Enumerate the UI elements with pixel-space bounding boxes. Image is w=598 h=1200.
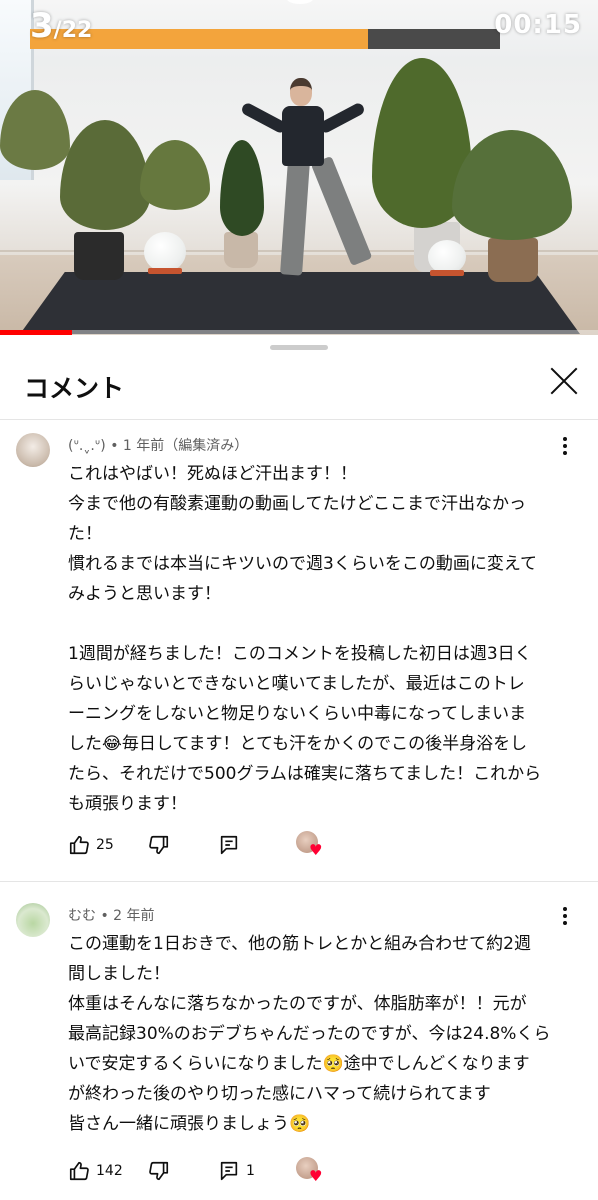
comment-line: いで安定するくらいになりました🥺途中でしんどくなります: [68, 1054, 530, 1074]
like-count: 25: [96, 837, 114, 853]
sheet-drag-handle[interactable]: [270, 345, 328, 350]
avatar[interactable]: [16, 433, 50, 467]
comment-line: 体重はそんなに落ちなかったのですが、体脂肪率が！！元が: [68, 994, 527, 1014]
comment-line: が終わった後のやり切った感にハマって続けられてます: [68, 1084, 491, 1104]
avatar[interactable]: [16, 903, 50, 937]
comment-author[interactable]: むむ: [68, 908, 96, 924]
exercise-counter: 3/22: [30, 6, 92, 46]
lamp-base: [430, 270, 464, 276]
reply-icon: [220, 1161, 238, 1181]
comment-line: これはやばい！死ぬほど汗出ます！！: [68, 464, 357, 484]
comment-line: た！: [68, 524, 102, 544]
thumb-down-icon: [149, 1161, 169, 1181]
close-icon[interactable]: [548, 365, 580, 397]
comment-line: した😂毎日してます！とても汗をかくのでこの後半身浴をし: [68, 734, 528, 754]
comment-line: [68, 609, 568, 639]
comment-line: 皆さん一緒に頑張りましょう🥺: [68, 1114, 311, 1134]
video-overlay-bar: 3/22 00:15: [0, 0, 598, 60]
thumb-up-icon: [69, 835, 89, 855]
plant-leaves: [60, 120, 150, 230]
dislike-button[interactable]: [148, 831, 170, 859]
comment-text: この運動を1日おきで、他の筋トレとかと組み合わせて約2週 間しました！ 体重はそ…: [68, 929, 568, 1139]
comment-author[interactable]: (ᐡ.ˬ.ᐡ): [68, 438, 106, 454]
comments-title: コメント: [24, 374, 125, 403]
comment-meta: (ᐡ.ˬ.ᐡ) • 1 年前（編集済み）: [68, 435, 248, 455]
instructor-head: [290, 78, 312, 106]
reply-icon: [220, 835, 238, 855]
reply-count: 1: [246, 1163, 255, 1179]
plant-pot: [224, 232, 258, 268]
comment-line: 1週間が経ちました！このコメントを投稿した初日は週3日く: [68, 644, 532, 664]
plant-pot: [488, 238, 538, 282]
exercise-timer: 00:15: [494, 10, 582, 40]
creator-heart: ♥: [296, 831, 326, 861]
comments-sheet: コメント (ᐡ.ˬ.ᐡ) • 1 年前（編集済み） これはやばい！死ぬほど汗出ま…: [0, 335, 598, 1200]
comment-line: 慣れるまでは本当にキツいので週3くらいをこの動画に変えて: [68, 554, 537, 574]
reply-button[interactable]: 1: [218, 1157, 255, 1185]
more-options-icon[interactable]: [560, 907, 570, 927]
creator-heart: ♥: [296, 1157, 326, 1187]
thumb-down-icon: [149, 835, 169, 855]
plant-leaves: [140, 140, 210, 210]
top-indicator: [287, 0, 313, 4]
header-divider: [0, 419, 598, 420]
comment-time: 1 年前（編集済み）: [122, 438, 249, 454]
ball-lamp: [428, 240, 466, 274]
creator-heart-icon: ♥: [309, 1167, 323, 1185]
comment-line: ーニングをしないと物足りないくらい中毒になってしまいま: [68, 704, 527, 724]
like-button[interactable]: 142: [68, 1157, 123, 1185]
like-button[interactable]: 25: [68, 831, 114, 859]
more-options-icon[interactable]: [560, 437, 570, 457]
comment-time: 2 年前: [113, 908, 155, 924]
comment-line: らいじゃないとできないと嘆いてましたが、最近はこのトレ: [68, 674, 525, 694]
comment-line: 最高記録30%のおデブちゃんだったのですが、今は24.8%くら: [68, 1024, 551, 1044]
lamp-base: [148, 268, 182, 274]
video-player[interactable]: 3/22 00:15: [0, 0, 598, 335]
comment-line: みようと思います！: [68, 584, 221, 604]
comment-actions: 142 1 ♥: [68, 1157, 368, 1185]
comment-line: この運動を1日おきで、他の筋トレとかと組み合わせて約2週: [68, 934, 531, 954]
exercise-counter-current: 3: [30, 6, 54, 46]
thumb-up-icon: [69, 1161, 89, 1181]
exercise-counter-total: 22: [61, 18, 93, 43]
instructor-arm: [239, 101, 289, 135]
plant-pot: [74, 232, 124, 280]
comment-line: も頑張ります！: [68, 794, 187, 814]
instructor-arm: [317, 101, 367, 135]
instructor-torso: [282, 106, 324, 166]
comment-meta: むむ • 2 年前: [68, 905, 155, 925]
meta-separator: •: [110, 438, 119, 454]
comment-divider: [0, 881, 598, 882]
comment-line: 今まで他の有酸素運動の動画してたけどここまで汗出なかっ: [68, 494, 526, 514]
exercise-counter-separator: /: [53, 18, 62, 43]
reply-button[interactable]: [218, 831, 246, 859]
exercise-progress-bar: [30, 29, 500, 49]
ball-lamp: [144, 232, 186, 272]
meta-separator: •: [100, 908, 109, 924]
dislike-button[interactable]: [148, 1157, 170, 1185]
comment-line: 間しました！: [68, 964, 170, 984]
comment-text: これはやばい！死ぬほど汗出ます！！ 今まで他の有酸素運動の動画してたけどここまで…: [68, 459, 568, 819]
plant-leaves: [220, 140, 264, 236]
comment-line: たら、それだけで500グラムは確実に落ちてました！これから: [68, 764, 542, 784]
creator-heart-icon: ♥: [309, 841, 323, 859]
like-count: 142: [96, 1163, 123, 1179]
comment-actions: 25 ♥: [68, 831, 368, 859]
